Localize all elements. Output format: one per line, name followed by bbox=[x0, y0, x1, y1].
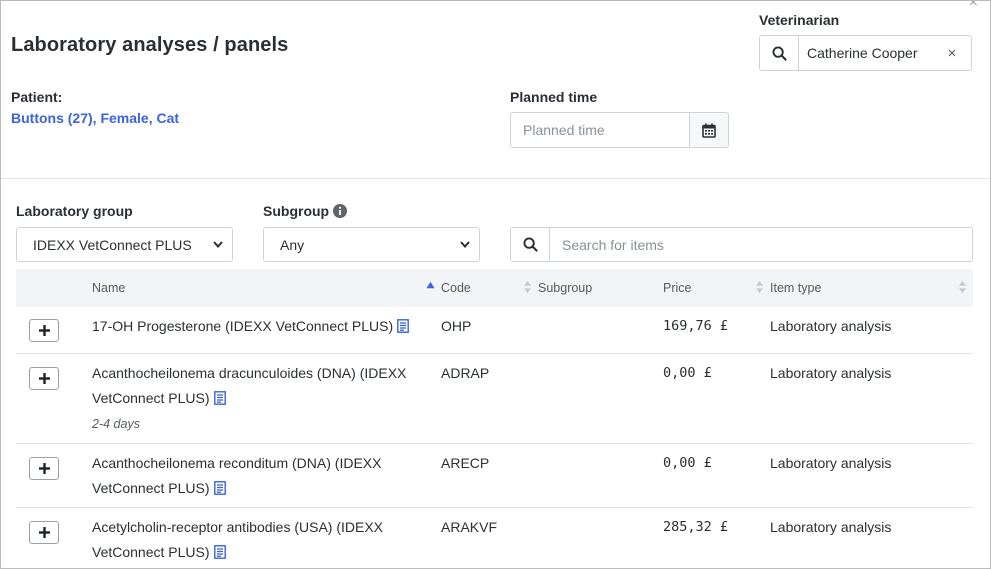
document-icon[interactable] bbox=[213, 544, 226, 559]
plus-icon bbox=[38, 325, 50, 336]
items-table: Name Code Subgroup Price Item type 17-OH… bbox=[16, 269, 973, 568]
subgroup-label: Subgroup bbox=[263, 203, 348, 219]
item-type: Laboratory analysis bbox=[770, 454, 892, 471]
item-type: Laboratory analysis bbox=[770, 518, 892, 535]
search-icon[interactable] bbox=[760, 36, 799, 70]
item-subgroup bbox=[538, 443, 663, 507]
item-price: 169,76 £ bbox=[663, 318, 729, 334]
sort-icon[interactable] bbox=[523, 280, 532, 294]
plus-icon bbox=[38, 526, 50, 538]
section-divider bbox=[1, 178, 990, 179]
item-price: 0,00 £ bbox=[663, 454, 712, 471]
document-icon[interactable] bbox=[213, 480, 226, 495]
item-name-line1: Acanthocheilonema reconditum (DNA) (IDEX… bbox=[92, 454, 382, 471]
header-item-type-label: Item type bbox=[770, 281, 822, 295]
plus-icon bbox=[38, 462, 50, 474]
info-icon[interactable] bbox=[333, 204, 348, 218]
sort-asc-icon[interactable] bbox=[426, 281, 435, 290]
patient-link[interactable]: Buttons (27), Female, Cat bbox=[11, 110, 179, 126]
table-row: Acanthocheilonema dracunculoides (DNA) (… bbox=[16, 353, 973, 443]
patient-label: Patient: bbox=[11, 89, 63, 105]
sort-icon[interactable] bbox=[958, 280, 967, 294]
header-subgroup-label: Subgroup bbox=[538, 281, 593, 295]
planned-time-label: Planned time bbox=[510, 89, 598, 105]
lab-group-label: Laboratory group bbox=[16, 203, 133, 219]
document-icon[interactable] bbox=[213, 390, 226, 405]
table-row: Acetylcholin-receptor antibodies (USA) (… bbox=[16, 507, 973, 568]
add-item-button[interactable] bbox=[29, 319, 59, 342]
header-item-type[interactable]: Item type bbox=[770, 269, 973, 307]
plus-icon bbox=[38, 372, 50, 384]
page-title: Laboratory analyses / panels bbox=[11, 34, 289, 56]
subgroup-label-text: Subgroup bbox=[263, 203, 330, 219]
subgroup-select[interactable]: Any bbox=[263, 227, 480, 262]
item-subgroup bbox=[538, 507, 663, 568]
search-icon[interactable] bbox=[511, 228, 550, 261]
header-price-label: Price bbox=[663, 281, 692, 295]
item-price: 285,32 £ bbox=[663, 518, 729, 535]
table-row: 17-OH Progesterone (IDEXX VetConnect PLU… bbox=[16, 307, 973, 353]
item-name-cell: 17-OH Progesterone (IDEXX VetConnect PLU… bbox=[92, 307, 441, 353]
item-name-cell: Acanthocheilonema reconditum (DNA) (IDEX… bbox=[92, 443, 441, 507]
item-name-line1: Acetylcholin-receptor antibodies (USA) (… bbox=[92, 518, 384, 535]
document-icon[interactable] bbox=[397, 319, 410, 333]
planned-time-input[interactable]: Planned time bbox=[511, 113, 689, 147]
chevron-down-icon bbox=[213, 241, 223, 249]
header-name[interactable]: Name bbox=[92, 269, 441, 307]
clear-icon[interactable]: × bbox=[933, 36, 971, 70]
add-item-button[interactable] bbox=[29, 520, 59, 544]
sort-icon[interactable] bbox=[755, 280, 764, 294]
chevron-down-icon bbox=[460, 241, 470, 249]
item-code: OHP bbox=[441, 318, 472, 334]
item-name-line2: VetConnect PLUS) bbox=[92, 479, 210, 496]
item-name: 17-OH Progesterone (IDEXX VetConnect PLU… bbox=[92, 318, 394, 334]
item-subgroup bbox=[538, 307, 663, 353]
header-name-label: Name bbox=[92, 281, 126, 295]
lab-group-value: IDEXX VetConnect PLUS bbox=[33, 236, 192, 253]
header-code-label: Code bbox=[441, 281, 471, 295]
item-type: Laboratory analysis bbox=[770, 318, 892, 334]
item-price: 0,00 £ bbox=[663, 364, 712, 381]
turnaround-note: 2-4 days bbox=[92, 416, 140, 431]
close-icon[interactable]: × bbox=[969, 1, 978, 12]
header-code[interactable]: Code bbox=[441, 269, 538, 307]
item-type: Laboratory analysis bbox=[770, 364, 892, 381]
subgroup-value: Any bbox=[280, 236, 305, 253]
table-header-row: Name Code Subgroup Price Item type bbox=[16, 269, 973, 307]
table-row: Acanthocheilonema reconditum (DNA) (IDEX… bbox=[16, 443, 973, 507]
item-code: ARECP bbox=[441, 454, 490, 471]
add-item-button[interactable] bbox=[29, 456, 59, 480]
header-subgroup[interactable]: Subgroup bbox=[538, 269, 663, 307]
item-name-cell: Acetylcholin-receptor antibodies (USA) (… bbox=[92, 507, 441, 568]
item-name-line1: Acanthocheilonema dracunculoides (DNA) (… bbox=[92, 364, 407, 381]
veterinarian-value[interactable]: Catherine Cooper bbox=[799, 36, 933, 70]
item-name-line2: VetConnect PLUS) bbox=[92, 543, 210, 560]
add-item-button[interactable] bbox=[29, 366, 59, 390]
header-action bbox=[16, 269, 92, 307]
item-subgroup bbox=[538, 353, 663, 443]
veterinarian-label: Veterinarian bbox=[759, 12, 840, 28]
item-search-field[interactable]: Search for items bbox=[510, 227, 973, 262]
item-name-cell: Acanthocheilonema dracunculoides (DNA) (… bbox=[92, 353, 441, 443]
item-code: ARAKVF bbox=[441, 518, 498, 535]
lab-group-select[interactable]: IDEXX VetConnect PLUS bbox=[16, 227, 233, 262]
item-name-line2: VetConnect PLUS) bbox=[92, 389, 210, 406]
planned-time-field[interactable]: Planned time bbox=[510, 112, 729, 148]
calendar-icon[interactable] bbox=[689, 113, 728, 147]
lab-analyses-dialog: × Laboratory analyses / panels Veterinar… bbox=[0, 0, 991, 569]
header-price[interactable]: Price bbox=[663, 269, 770, 307]
veterinarian-field[interactable]: Catherine Cooper × bbox=[759, 35, 972, 71]
item-code: ADRAP bbox=[441, 364, 490, 381]
item-search-input[interactable]: Search for items bbox=[550, 228, 972, 261]
